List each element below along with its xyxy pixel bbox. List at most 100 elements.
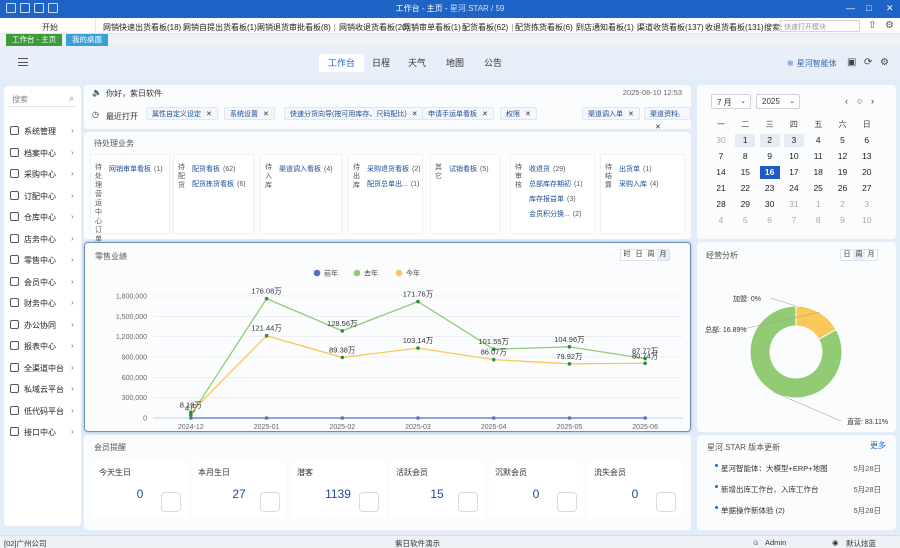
calendar-day[interactable]: 27 (857, 182, 877, 195)
nav-tab-workbench[interactable]: 工作台 (319, 54, 365, 72)
period-week[interactable]: 周 (853, 250, 865, 260)
close-icon[interactable]: ✕ (412, 111, 418, 118)
sidebar-search-input[interactable]: 搜索 ⌕ (8, 91, 77, 107)
calendar-day[interactable]: 9 (760, 150, 780, 163)
calendar-day[interactable]: 25 (808, 182, 828, 195)
calendar-day[interactable]: 31 (784, 198, 804, 211)
nav-tab-map[interactable]: 地图 (437, 54, 473, 72)
calendar-day[interactable]: 22 (735, 182, 755, 195)
close-button[interactable]: ✕ (886, 3, 894, 13)
calendar-day[interactable]: 3 (857, 198, 877, 211)
calendar-day[interactable]: 20 (857, 166, 877, 179)
sidebar-item[interactable]: 私域云平台 › (4, 381, 81, 397)
calendar-day[interactable]: 2 (833, 198, 853, 211)
calendar-day[interactable]: 14 (711, 166, 731, 179)
period-hour[interactable]: 时 (621, 250, 633, 260)
refresh-icon[interactable]: ⟳ (864, 57, 872, 68)
pending-item[interactable]: 出货单 (1) (619, 164, 652, 174)
today-button[interactable]: ○ (857, 96, 862, 106)
settings-icon[interactable]: ⚙ (885, 20, 894, 31)
clear-icon[interactable]: ⌂ (675, 110, 680, 119)
start-menu-button[interactable]: 开始 (0, 18, 96, 33)
pending-item[interactable]: 总部库存期初 (1) (529, 179, 583, 189)
nav-tab-notice[interactable]: 公告 (475, 54, 511, 72)
module-search-input[interactable]: 快速打开模块 (780, 20, 860, 32)
sidebar-item[interactable]: 店务中心 › (4, 231, 81, 247)
calendar-day[interactable]: 4 (808, 134, 828, 147)
settings-icon[interactable]: ⚙ (880, 57, 889, 68)
period-day[interactable]: 日 (841, 250, 853, 260)
pending-item[interactable]: 配货总单出... (1) (367, 179, 419, 189)
calendar-day[interactable]: 8 (808, 214, 828, 227)
calendar-day[interactable]: 6 (760, 214, 780, 227)
period-day[interactable]: 日 (633, 250, 645, 260)
calendar-day[interactable]: 16 (759, 166, 780, 179)
calendar-day[interactable]: 18 (808, 166, 828, 179)
recent-chip[interactable]: 属性自定义设定 ✕ (146, 107, 218, 120)
close-icon[interactable]: | (511, 23, 513, 32)
nav-tab-schedule[interactable]: 日程 (363, 54, 399, 72)
member-card[interactable]: 沉默会员 0 (489, 462, 583, 518)
recent-chip[interactable]: 快速分货向导(按可用库存、尺码配比) ✕ (284, 107, 424, 120)
module-tab[interactable]: 到店通知看板(1) | (576, 22, 639, 33)
member-card[interactable]: 今天生日 0 (93, 462, 187, 518)
theme-name[interactable]: 默认炫蓝 (846, 538, 876, 548)
recent-chip[interactable]: 渠道资料 ✕ (644, 107, 691, 131)
sidebar-item[interactable]: 办公协同 › (4, 317, 81, 333)
calendar-day[interactable]: 10 (784, 150, 804, 163)
tab-my-desktop[interactable]: 我的桌面 (66, 34, 108, 46)
next-month-button[interactable]: › (871, 96, 874, 106)
close-icon[interactable]: ✕ (482, 111, 488, 118)
close-icon[interactable]: ✕ (655, 124, 661, 131)
pending-item[interactable]: 采购入库 (4) (619, 179, 659, 189)
sidebar-item[interactable]: 订配中心 › (4, 188, 81, 204)
calendar-day[interactable]: 1 (735, 134, 756, 147)
sidebar-item[interactable]: 零售中心 › (4, 252, 81, 268)
pin-icon[interactable]: ⇧ (868, 20, 876, 31)
sidebar-item[interactable]: 会员中心 › (4, 274, 81, 290)
module-tab[interactable]: 配货拣货看板(6) | (515, 22, 578, 33)
sidebar-item[interactable]: 系统管理 › (4, 123, 81, 139)
close-icon[interactable]: ✕ (525, 111, 531, 118)
calendar-day[interactable]: 17 (784, 166, 804, 179)
pending-item[interactable]: 收退货 (29) (529, 164, 565, 174)
period-week[interactable]: 周 (645, 250, 657, 260)
module-tab[interactable]: 收退货看板(131) | (705, 22, 769, 33)
calendar-day[interactable]: 13 (857, 150, 877, 163)
module-tab[interactable]: 网销审单看板(1) | (403, 22, 466, 33)
sidebar-item[interactable]: 接口中心 › (4, 424, 81, 440)
more-link[interactable]: 更多 (870, 440, 886, 451)
sidebar-item[interactable]: 报表中心 › (4, 338, 81, 354)
calendar-day[interactable]: 19 (833, 166, 853, 179)
prev-month-button[interactable]: ‹ (845, 96, 848, 106)
calendar-day[interactable]: 28 (711, 198, 731, 211)
module-tab[interactable]: 配货看板(62) | (462, 22, 513, 33)
menu-icon[interactable] (18, 58, 28, 66)
sidebar-item[interactable]: 低代码平台 › (4, 403, 81, 419)
calendar-day[interactable]: 24 (784, 182, 804, 195)
nav-tab-weather[interactable]: 天气 (399, 54, 435, 72)
member-card[interactable]: 流失会员 0 (588, 462, 682, 518)
tab-home[interactable]: 工作台 - 主页 (6, 34, 63, 46)
recent-chip[interactable]: 权限 ✕ (500, 107, 537, 120)
pending-item[interactable]: 网销审单看板 (1) (109, 164, 163, 174)
calendar-day[interactable]: 1 (808, 198, 828, 211)
module-tab[interactable]: 渠道收货看板(137) | (637, 22, 709, 33)
member-card[interactable]: 潜客 1139 (291, 462, 385, 518)
module-tab[interactable]: 网销快速出货看板(18) | (103, 22, 186, 33)
save-layout-icon[interactable]: ▣ (847, 57, 856, 68)
calendar-day[interactable]: 11 (808, 150, 828, 163)
calendar-day[interactable]: 9 (833, 214, 853, 227)
member-card[interactable]: 活跃会员 15 (390, 462, 484, 518)
sidebar-item[interactable]: 全渠道中台 › (4, 360, 81, 376)
calendar-day[interactable]: 23 (760, 182, 780, 195)
calendar-day[interactable]: 5 (833, 134, 853, 147)
calendar-day[interactable]: 2 (759, 134, 780, 147)
close-icon[interactable]: ✕ (628, 111, 634, 118)
calendar-day[interactable]: 30 (760, 198, 780, 211)
close-icon[interactable]: ✕ (206, 111, 212, 118)
calendar-day[interactable]: 7 (784, 214, 804, 227)
module-tab[interactable]: 网销自提出货看板(1) | (183, 22, 262, 33)
user-name[interactable]: Admin (765, 538, 786, 547)
year-select[interactable]: 2025 ⌄ (756, 94, 800, 109)
